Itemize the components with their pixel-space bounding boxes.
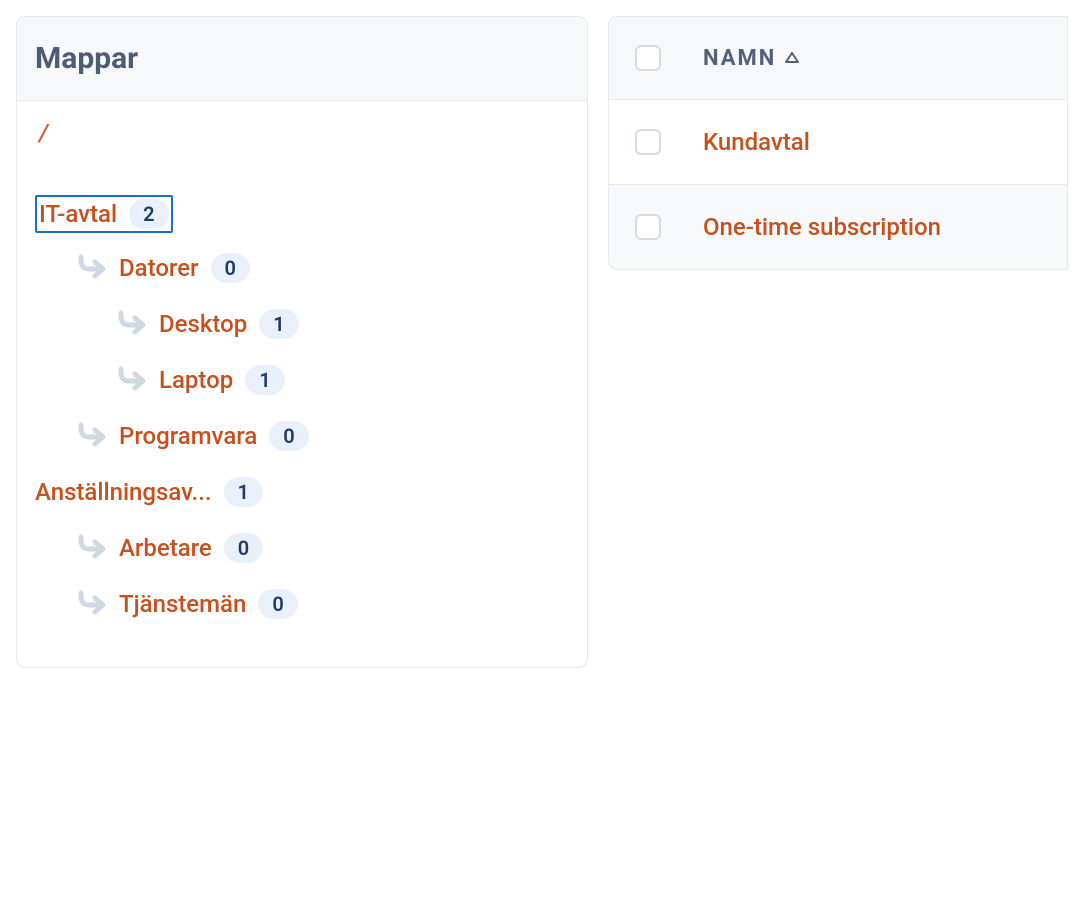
folder-item[interactable]: IT-avtal 2 [35, 195, 173, 233]
folder-count-badge: 0 [269, 421, 308, 451]
folder-item[interactable]: Tjänstemän 0 [35, 583, 569, 625]
child-arrow-icon [75, 253, 111, 283]
folders-panel-header: Mappar [17, 17, 587, 101]
row-checkbox[interactable] [635, 214, 661, 240]
root-folder[interactable]: / [35, 119, 569, 147]
items-table-wrap: NAMN Kundavtal One-time subscription [608, 16, 1068, 270]
folder-item[interactable]: Programvara 0 [35, 415, 569, 457]
row-name-link[interactable]: One-time subscription [703, 213, 941, 241]
child-arrow-icon [115, 365, 151, 395]
child-arrow-icon [75, 421, 111, 451]
folders-panel: Mappar / IT-avtal2Datorer0Desktop1Laptop… [16, 16, 588, 668]
table-row: One-time subscription [609, 185, 1067, 269]
folder-count-badge: 1 [224, 477, 263, 507]
child-arrow-icon [75, 589, 111, 619]
folder-item[interactable]: Datorer 0 [35, 247, 569, 289]
row-checkbox[interactable] [635, 129, 661, 155]
table-row: Kundavtal [609, 100, 1067, 185]
folder-item[interactable]: Anställningsav... 1 [35, 471, 569, 513]
column-header-name[interactable]: NAMN [703, 46, 800, 71]
child-arrow-icon [75, 533, 111, 563]
column-header-name-label: NAMN [703, 46, 776, 71]
folder-label: Anställningsav... [35, 478, 212, 506]
folder-item[interactable]: Laptop 1 [35, 359, 569, 401]
folder-label: Arbetare [119, 534, 212, 562]
items-table: NAMN Kundavtal One-time subscription [608, 16, 1068, 270]
sort-ascending-icon [784, 52, 800, 64]
folder-label: IT-avtal [39, 200, 117, 228]
folder-label: Tjänstemän [119, 590, 246, 618]
child-arrow-icon [115, 309, 151, 339]
folder-count-badge: 0 [258, 589, 297, 619]
select-all-checkbox[interactable] [635, 45, 661, 71]
folder-item[interactable]: Arbetare 0 [35, 527, 569, 569]
folder-count-badge: 0 [224, 533, 263, 563]
folder-tree: IT-avtal 2 Datorer 0 Desktop 1 Laptop 1 Programv… [35, 185, 569, 625]
row-name-link[interactable]: Kundavtal [703, 128, 810, 156]
folder-count-badge: 0 [211, 253, 250, 283]
folders-body: / IT-avtal 2 Datorer 0 Desktop 1 Laptop 1 Progra… [17, 101, 587, 667]
folder-label: Datorer [119, 254, 199, 282]
folder-label: Desktop [159, 310, 247, 338]
folder-count-badge: 1 [259, 309, 298, 339]
folder-label: Laptop [159, 366, 233, 394]
folder-label: Programvara [119, 422, 257, 450]
folder-item[interactable]: Desktop 1 [35, 303, 569, 345]
folders-title: Mappar [35, 41, 569, 76]
folder-count-badge: 1 [245, 365, 284, 395]
table-header-row: NAMN [609, 17, 1067, 100]
folder-count-badge: 2 [129, 199, 168, 229]
